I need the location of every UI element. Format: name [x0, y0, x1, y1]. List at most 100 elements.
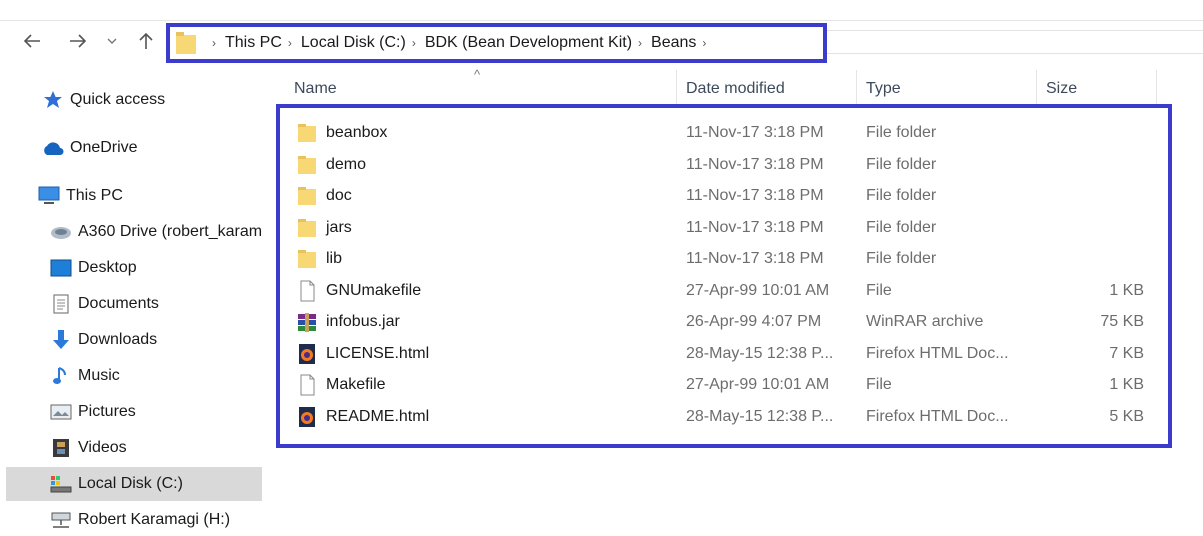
back-button[interactable]	[20, 30, 44, 52]
file-date-modified: 27-Apr-99 10:01 AM	[686, 375, 830, 393]
file-row-jars[interactable]: jars 11-Nov-17 3:18 PM File folder	[296, 212, 1156, 243]
file-name: doc	[326, 186, 352, 204]
sidebar-item-desktop[interactable]: Desktop	[6, 251, 262, 285]
file-name: README.html	[326, 407, 430, 425]
column-divider[interactable]	[856, 70, 857, 104]
file-type: File folder	[866, 155, 937, 173]
file-date-modified: 11-Nov-17 3:18 PM	[686, 249, 824, 267]
chevron-down-icon	[107, 38, 117, 44]
column-header-type[interactable]: Type	[866, 80, 901, 98]
breadcrumb-bdk[interactable]: BDK (Bean Development Kit)	[425, 34, 632, 52]
file-type: File folder	[866, 123, 937, 141]
file-row-infobus-jar[interactable]: infobus.jar 26-Apr-99 4:07 PM WinRAR arc…	[296, 306, 1156, 337]
blank-file-icon	[300, 280, 315, 302]
sort-ascending-indicator: ^	[474, 67, 481, 82]
column-header-size[interactable]: Size	[1046, 80, 1077, 98]
file-date-modified: 28-May-15 12:38 P...	[686, 407, 834, 425]
blank-file-icon	[300, 374, 315, 396]
desktop-icon	[50, 258, 72, 278]
file-row-gnumakefile[interactable]: GNUmakefile 27-Apr-99 10:01 AM File 1 KB	[296, 275, 1156, 306]
sidebar-item-music[interactable]: Music	[6, 359, 262, 393]
breadcrumb-separator[interactable]: ›	[412, 36, 416, 50]
recent-locations-button[interactable]	[104, 30, 120, 52]
music-note-icon	[50, 366, 72, 386]
file-row-doc[interactable]: doc 11-Nov-17 3:18 PM File folder	[296, 180, 1156, 211]
sidebar-item-label: Music	[78, 367, 120, 384]
download-arrow-icon	[50, 330, 72, 350]
sidebar-item-videos[interactable]: Videos	[6, 431, 262, 465]
column-divider[interactable]	[1036, 70, 1037, 104]
breadcrumb-separator[interactable]: ›	[288, 36, 292, 50]
file-type: File folder	[866, 218, 937, 236]
forward-button[interactable]	[66, 30, 90, 52]
back-arrow-icon	[23, 34, 40, 48]
file-row-demo[interactable]: demo 11-Nov-17 3:18 PM File folder	[296, 149, 1156, 180]
file-date-modified: 11-Nov-17 3:18 PM	[686, 123, 824, 141]
sidebar-item-documents[interactable]: Documents	[6, 287, 262, 321]
computer-icon	[38, 186, 60, 206]
sidebar-item-this-pc[interactable]: This PC	[6, 179, 262, 213]
forward-arrow-icon	[70, 34, 87, 48]
sidebar-item-label: Documents	[78, 295, 159, 312]
file-row-lib[interactable]: lib 11-Nov-17 3:18 PM File folder	[296, 243, 1156, 274]
file-date-modified: 11-Nov-17 3:18 PM	[686, 155, 824, 173]
file-size: 75 KB	[1100, 312, 1144, 330]
folder-icon	[298, 219, 316, 237]
file-type: File	[866, 375, 892, 393]
winrar-icon	[298, 313, 316, 332]
up-arrow-icon	[139, 32, 153, 49]
sidebar-item-onedrive[interactable]: OneDrive	[6, 131, 262, 165]
column-header-date-modified[interactable]: Date modified	[686, 80, 785, 98]
sidebar-item-label: Local Disk (C:)	[78, 475, 183, 492]
sidebar-item-label: Quick access	[70, 91, 166, 108]
file-name: beanbox	[326, 123, 388, 141]
sidebar-item-label: Desktop	[78, 259, 137, 276]
file-row-makefile[interactable]: Makefile 27-Apr-99 10:01 AM File 1 KB	[296, 369, 1156, 400]
file-row-readme-html[interactable]: README.html 28-May-15 12:38 P... Firefox…	[296, 401, 1156, 432]
sidebar-item-label: A360 Drive (robert_karamagi)	[78, 223, 262, 240]
up-button[interactable]	[136, 30, 156, 52]
breadcrumb-beans[interactable]: Beans	[651, 34, 696, 52]
address-bar-empty-area[interactable]	[827, 30, 1203, 54]
firefox-html-icon	[299, 407, 315, 427]
address-bar[interactable]: › This PC › Local Disk (C:) › BDK (Bean …	[166, 23, 827, 63]
file-type: WinRAR archive	[866, 312, 984, 330]
sidebar-item-label: Downloads	[78, 331, 158, 348]
sidebar-item-downloads[interactable]: Downloads	[6, 323, 262, 357]
file-type: Firefox HTML Doc...	[866, 344, 1009, 362]
sidebar-item-local-disk[interactable]: Local Disk (C:)	[6, 467, 262, 501]
documents-icon	[50, 294, 72, 314]
file-name: Makefile	[326, 375, 386, 393]
column-divider[interactable]	[676, 70, 677, 104]
file-row-beanbox[interactable]: beanbox 11-Nov-17 3:18 PM File folder	[296, 117, 1156, 148]
sidebar-item-pictures[interactable]: Pictures	[6, 395, 262, 429]
sidebar-item-quick-access[interactable]: Quick access	[6, 83, 262, 117]
file-type: File folder	[866, 186, 937, 204]
file-date-modified: 11-Nov-17 3:18 PM	[686, 218, 824, 236]
folder-icon	[176, 32, 196, 54]
column-divider[interactable]	[1156, 70, 1157, 104]
pictures-icon	[50, 402, 72, 422]
column-header-name[interactable]: Name	[294, 80, 337, 98]
network-drive-icon	[50, 510, 72, 530]
breadcrumb-separator: ›	[212, 36, 216, 50]
file-name: LICENSE.html	[326, 344, 430, 362]
navigation-pane: Quick access OneDrive This PC A360 Drive…	[0, 80, 262, 536]
file-name: GNUmakefile	[326, 281, 422, 299]
breadcrumb-this-pc[interactable]: This PC	[225, 34, 282, 52]
file-type: File folder	[866, 249, 937, 267]
sidebar-item-a360-drive[interactable]: A360 Drive (robert_karamagi)	[6, 215, 262, 249]
file-date-modified: 27-Apr-99 10:01 AM	[686, 281, 830, 299]
breadcrumb-separator[interactable]: ›	[702, 36, 706, 50]
a360-drive-icon	[50, 222, 72, 242]
file-date-modified: 26-Apr-99 4:07 PM	[686, 312, 822, 330]
folder-icon	[298, 156, 316, 174]
breadcrumb-separator[interactable]: ›	[638, 36, 642, 50]
file-type: File	[866, 281, 892, 299]
breadcrumb-local-disk[interactable]: Local Disk (C:)	[301, 34, 406, 52]
sidebar-item-network-drive[interactable]: Robert Karamagi (H:)	[6, 503, 262, 536]
firefox-html-icon	[299, 344, 315, 364]
file-date-modified: 11-Nov-17 3:18 PM	[686, 186, 824, 204]
star-icon	[42, 90, 64, 110]
file-row-license-html[interactable]: LICENSE.html 28-May-15 12:38 P... Firefo…	[296, 338, 1156, 369]
